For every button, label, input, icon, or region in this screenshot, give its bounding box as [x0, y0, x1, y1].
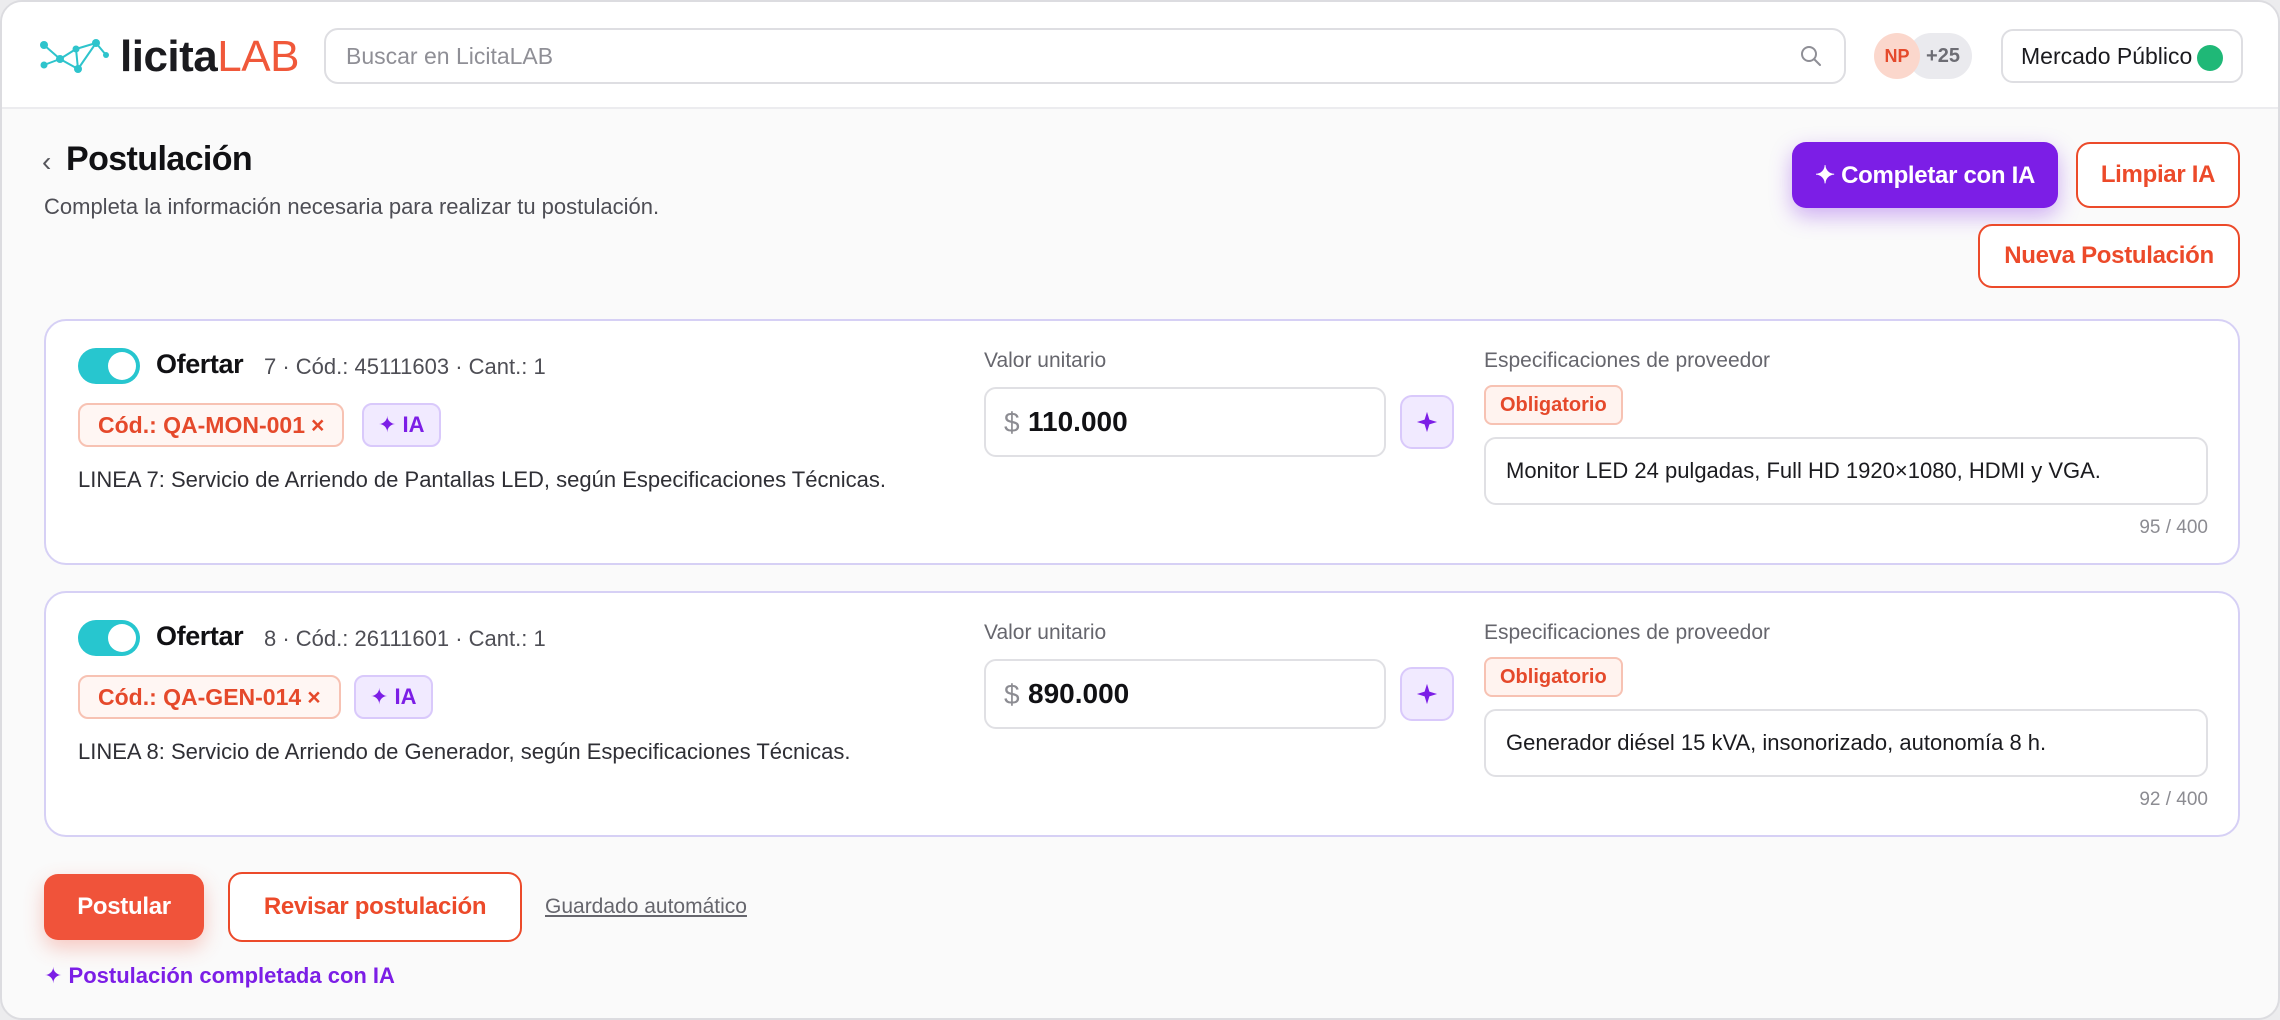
- autosave-link[interactable]: Guardado automático: [545, 895, 747, 919]
- unit-price-input[interactable]: [1028, 401, 1368, 443]
- offer-label: Ofertar: [156, 621, 244, 651]
- item-meta: 8 · Cód.: 26111601 · Cant.: 1: [264, 626, 546, 651]
- item-card: Ofertar 8 · Cód.: 26111601 · Cant.: 1 Có…: [44, 591, 2240, 837]
- unit-price-label: Valor unitario: [984, 349, 1107, 372]
- supplier-spec-input[interactable]: [1506, 451, 2186, 491]
- review-application-button[interactable]: Revisar postulación: [228, 872, 522, 942]
- sparkle-icon: [1416, 683, 1438, 705]
- ai-suggest-price-button[interactable]: [1400, 667, 1454, 721]
- search-input[interactable]: [346, 30, 1786, 82]
- unit-price-input[interactable]: [1028, 673, 1368, 715]
- supplier-spec-field: [1484, 709, 2208, 777]
- item-card: Ofertar 7 · Cód.: 45111603 · Cant.: 1 Có…: [44, 319, 2240, 565]
- new-application-button[interactable]: Nueva Postulación: [1978, 224, 2240, 288]
- complete-with-ai-button[interactable]: ✦ Completar con IA: [1792, 142, 2058, 208]
- market-label: Mercado Público: [2021, 42, 2193, 69]
- code-chip[interactable]: Cód.: QA-MON-001 ×: [78, 403, 345, 447]
- market-status-dot: [2197, 45, 2223, 71]
- code-chip-label: Cód.: QA-MON-001: [98, 411, 305, 438]
- licitalab-logo[interactable]: licitaLAB: [38, 32, 299, 82]
- currency-symbol: $: [1004, 407, 1020, 438]
- item-description: LINEA 7: Servicio de Arriendo de Pantall…: [78, 467, 886, 492]
- avatar[interactable]: NP: [1874, 33, 1920, 79]
- ia-badge: ✦ IA: [354, 675, 433, 719]
- sparkle-icon: [1416, 411, 1438, 433]
- back-chevron-icon[interactable]: ‹: [42, 146, 51, 178]
- unit-price-field: $: [984, 387, 1386, 457]
- app-window: licitaLAB NP +25 Mercado Público ‹ Postu…: [0, 0, 2280, 1020]
- offer-label: Ofertar: [156, 349, 244, 379]
- char-counter: 95 / 400: [2139, 517, 2208, 538]
- unit-price-field: $: [984, 659, 1386, 729]
- remove-code-icon[interactable]: ×: [311, 412, 324, 439]
- required-badge: Obligatorio: [1484, 657, 1623, 697]
- item-meta: 7 · Cód.: 45111603 · Cant.: 1: [264, 354, 546, 379]
- supplier-spec-field: [1484, 437, 2208, 505]
- toggle-knob: [108, 352, 136, 380]
- search-bar: [324, 28, 1846, 84]
- toggle-knob: [108, 624, 136, 652]
- ai-completed-status: ✦ Postulación completada con IA: [44, 963, 395, 988]
- offer-toggle[interactable]: [78, 620, 140, 656]
- unit-price-label: Valor unitario: [984, 621, 1107, 644]
- page-subtitle: Completa la información necesaria para r…: [44, 194, 660, 219]
- ia-badge: ✦ IA: [362, 403, 441, 447]
- required-badge: Obligatorio: [1484, 385, 1623, 425]
- supplier-spec-label: Especificaciones de proveedor: [1484, 621, 1771, 644]
- logo-text-lab: LAB: [217, 32, 299, 81]
- offer-toggle[interactable]: [78, 348, 140, 384]
- submit-application-button[interactable]: Postular: [44, 874, 204, 940]
- supplier-spec-input[interactable]: [1506, 723, 2186, 763]
- clear-ai-button[interactable]: Limpiar IA: [2076, 142, 2240, 208]
- market-selector[interactable]: Mercado Público: [2001, 29, 2243, 83]
- char-counter: 92 / 400: [2139, 789, 2208, 810]
- ai-suggest-price-button[interactable]: [1400, 395, 1454, 449]
- currency-symbol: $: [1004, 679, 1020, 710]
- page-title: Postulación: [66, 140, 253, 178]
- remove-code-icon[interactable]: ×: [307, 684, 320, 711]
- code-chip[interactable]: Cód.: QA-GEN-014 ×: [78, 675, 341, 719]
- supplier-spec-label: Especificaciones de proveedor: [1484, 349, 1771, 372]
- logo-wordmark: licitaLAB: [120, 35, 299, 79]
- top-bar: licitaLAB NP +25 Mercado Público: [2, 2, 2278, 109]
- logo-text-licita: licita: [120, 32, 218, 81]
- item-description: LINEA 8: Servicio de Arriendo de Generad…: [78, 739, 851, 764]
- search-icon[interactable]: [1798, 43, 1824, 69]
- code-chip-label: Cód.: QA-GEN-014: [98, 683, 302, 710]
- network-logo-icon: [40, 39, 109, 73]
